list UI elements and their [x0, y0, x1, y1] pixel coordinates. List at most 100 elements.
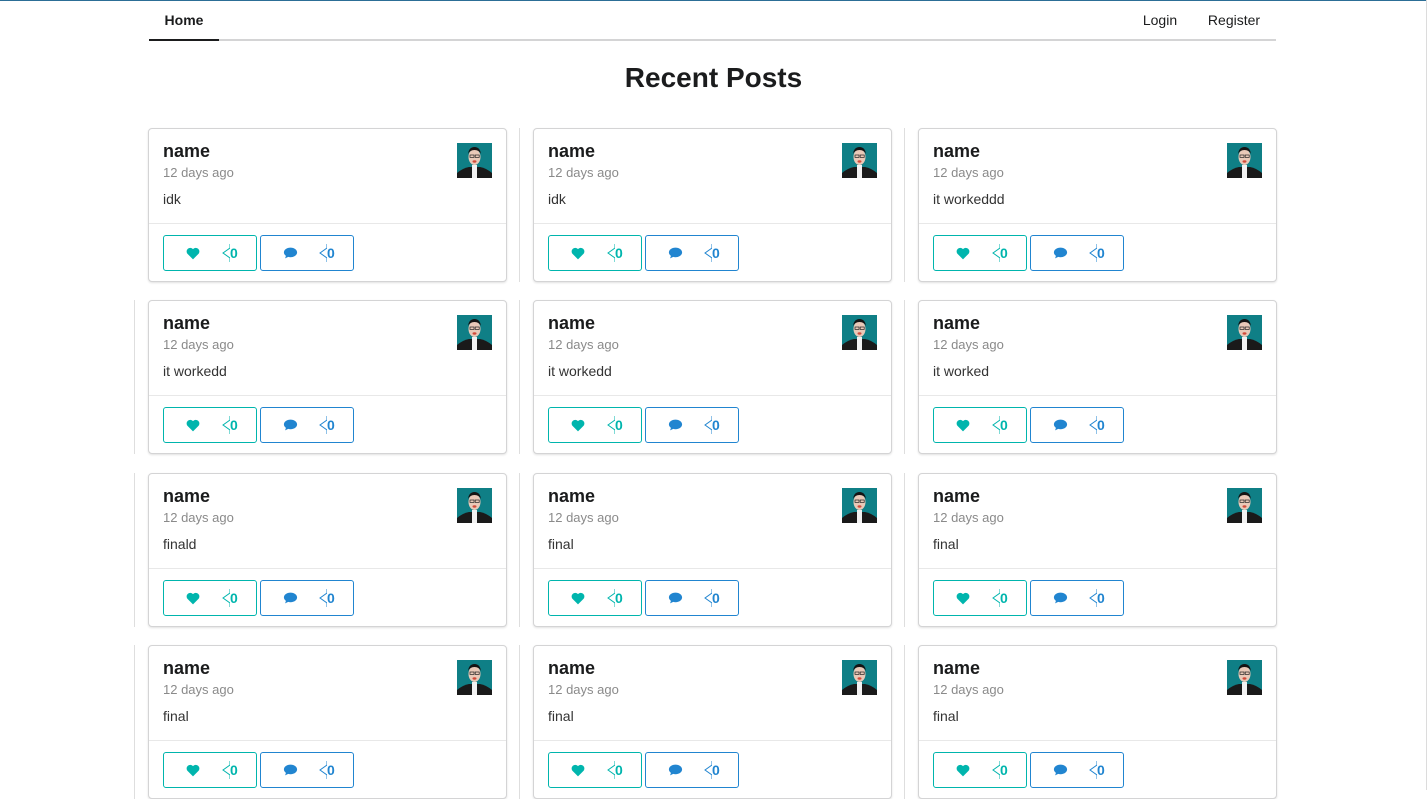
avatar-image [842, 660, 877, 695]
avatar[interactable] [457, 143, 492, 178]
post-timestamp: 12 days ago [163, 510, 234, 525]
comment-button[interactable]: 0 [1030, 235, 1124, 271]
post-author[interactable]: name [163, 658, 210, 679]
comment-button[interactable]: 0 [645, 235, 739, 271]
comment-count: 0 [712, 417, 720, 433]
like-button[interactable]: 0 [933, 407, 1027, 443]
like-button[interactable]: 0 [163, 235, 257, 271]
avatar[interactable] [1227, 143, 1262, 178]
post-author[interactable]: name [933, 658, 980, 679]
like-button[interactable]: 0 [933, 752, 1027, 788]
comment-button[interactable]: 0 [645, 752, 739, 788]
comment-icon [261, 408, 319, 442]
post-timestamp: 12 days ago [548, 510, 619, 525]
post-body: finald [163, 536, 197, 552]
post-author[interactable]: name [933, 313, 980, 334]
post-author[interactable]: name [548, 313, 595, 334]
post-actions: 0 0 [919, 740, 1276, 799]
avatar-image [457, 143, 492, 178]
post-author[interactable]: name [163, 313, 210, 334]
comment-icon [646, 581, 704, 615]
like-button[interactable]: 0 [933, 235, 1027, 271]
post-timestamp: 12 days ago [163, 165, 234, 180]
comment-button[interactable]: 0 [1030, 752, 1124, 788]
comment-icon [646, 753, 704, 787]
post-author[interactable]: name [548, 141, 595, 162]
label-pointer [704, 416, 712, 434]
posts-grid: name 12 days ago idk 0 0 name 12 days ag… [0, 0, 1427, 799]
like-button[interactable]: 0 [548, 407, 642, 443]
like-button[interactable]: 0 [933, 580, 1027, 616]
post-actions: 0 0 [919, 568, 1276, 627]
comment-button[interactable]: 0 [645, 407, 739, 443]
like-button[interactable]: 0 [548, 580, 642, 616]
like-button[interactable]: 0 [163, 752, 257, 788]
heart-icon [164, 236, 222, 270]
heart-icon [549, 581, 607, 615]
post-actions: 0 0 [149, 223, 506, 282]
post-body: final [548, 536, 574, 552]
avatar-image [457, 488, 492, 523]
like-count: 0 [615, 245, 623, 261]
comment-button[interactable]: 0 [1030, 407, 1124, 443]
avatar-image [457, 660, 492, 695]
post-author[interactable]: name [163, 141, 210, 162]
comment-icon [1031, 408, 1089, 442]
comment-icon [1031, 753, 1089, 787]
comment-button[interactable]: 0 [260, 235, 354, 271]
avatar[interactable] [457, 315, 492, 350]
heart-icon [549, 236, 607, 270]
label-pointer [992, 244, 1000, 262]
post-card: name 12 days ago it workedd 0 0 [148, 300, 507, 454]
like-button[interactable]: 0 [548, 752, 642, 788]
post-author[interactable]: name [548, 658, 595, 679]
post-card: name 12 days ago final 0 0 [533, 645, 892, 799]
post-card: name 12 days ago finald 0 0 [148, 473, 507, 627]
post-author[interactable]: name [548, 486, 595, 507]
comment-icon [646, 236, 704, 270]
label-pointer [992, 589, 1000, 607]
label-pointer [222, 761, 230, 779]
like-button[interactable]: 0 [163, 580, 257, 616]
post-card: name 12 days ago it workedd 0 0 [533, 300, 892, 454]
avatar[interactable] [457, 660, 492, 695]
avatar-image [842, 143, 877, 178]
comment-icon [261, 581, 319, 615]
avatar[interactable] [1227, 660, 1262, 695]
like-count: 0 [230, 762, 238, 778]
label-pointer [607, 244, 615, 262]
like-button[interactable]: 0 [163, 407, 257, 443]
like-count: 0 [230, 245, 238, 261]
like-count: 0 [230, 417, 238, 433]
like-count: 0 [1000, 245, 1008, 261]
comment-icon [1031, 581, 1089, 615]
label-pointer [1089, 244, 1097, 262]
like-button[interactable]: 0 [548, 235, 642, 271]
comment-count: 0 [712, 245, 720, 261]
post-timestamp: 12 days ago [933, 165, 1004, 180]
avatar[interactable] [1227, 315, 1262, 350]
comment-button[interactable]: 0 [260, 407, 354, 443]
label-pointer [222, 589, 230, 607]
heart-icon [549, 408, 607, 442]
label-pointer [1089, 416, 1097, 434]
avatar[interactable] [842, 315, 877, 350]
avatar[interactable] [842, 488, 877, 523]
post-body: final [933, 708, 959, 724]
avatar[interactable] [457, 488, 492, 523]
post-card: name 12 days ago final 0 0 [918, 473, 1277, 627]
like-count: 0 [615, 590, 623, 606]
post-actions: 0 0 [534, 740, 891, 799]
avatar[interactable] [1227, 488, 1262, 523]
avatar[interactable] [842, 660, 877, 695]
post-author[interactable]: name [933, 141, 980, 162]
comment-button[interactable]: 0 [260, 580, 354, 616]
comment-button[interactable]: 0 [1030, 580, 1124, 616]
comment-icon [1031, 236, 1089, 270]
post-author[interactable]: name [163, 486, 210, 507]
avatar[interactable] [842, 143, 877, 178]
post-author[interactable]: name [933, 486, 980, 507]
comment-button[interactable]: 0 [260, 752, 354, 788]
avatar-image [1227, 660, 1262, 695]
comment-button[interactable]: 0 [645, 580, 739, 616]
